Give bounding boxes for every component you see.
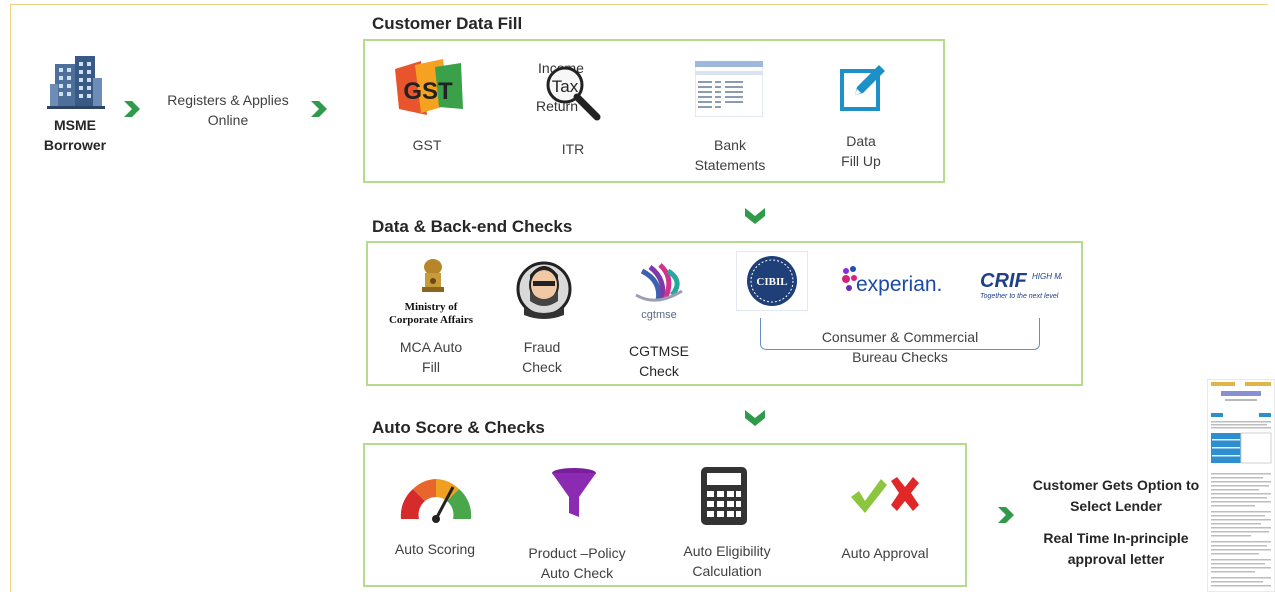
itr-logo-line2: Tax	[552, 77, 579, 96]
eligibility-line2: Calculation	[692, 563, 762, 579]
section-title-customer-fill: Customer Data Fill	[372, 14, 523, 33]
building-icon	[47, 54, 105, 110]
chevron-right-icon	[309, 99, 329, 119]
crif-tagline: Together to the next level	[980, 293, 1059, 300]
bureau-label-line1: Consumer & Commercial	[821, 329, 979, 345]
speedometer-icon	[395, 465, 477, 525]
itr-logo-line3: Return	[536, 98, 578, 114]
mca-logo-line2: Corporate Affairs	[388, 314, 473, 326]
outcome-line3: Real Time In-principle	[1043, 530, 1189, 546]
national-emblem-icon	[418, 257, 448, 297]
crif-logo-icon: CRIF HIGH MARK Together to the next leve…	[978, 265, 1078, 305]
itr-magnifier-icon: Income Tax Return	[531, 57, 611, 125]
itr-label: ITR	[561, 141, 585, 157]
mca-label-line1: MCA Auto	[399, 339, 463, 355]
customer-fill-box: GST GST Income Tax Return ITR	[363, 39, 945, 183]
chevron-down-icon	[744, 408, 765, 428]
bank-label-line1: Bank	[714, 137, 746, 153]
data-fill-label: Data Fill Up	[819, 131, 903, 171]
experian-logo-text: experian.	[856, 273, 942, 296]
crif-sub-text: HIGH MARK	[1032, 272, 1062, 281]
gst-logo-icon: GST	[391, 59, 465, 117]
auto-score-box: Auto Scoring Product –Policy Auto Check …	[363, 443, 967, 587]
cibil-logo-text: CIBIL	[756, 276, 787, 288]
register-line2: Online	[207, 112, 249, 128]
auto-approval-label: Auto Approval	[841, 545, 929, 561]
outcome-line2: Select Lender	[1070, 498, 1162, 514]
cgtmse-label-line1: CGTMSE	[629, 343, 689, 359]
cgtmse-logo-text: cgtmse	[641, 309, 677, 321]
bureau-label: Consumer & Commercial Bureau Checks	[780, 327, 1020, 367]
cibil-logo-icon: CIBIL	[735, 250, 809, 312]
cgtmse-bird-icon	[632, 261, 690, 307]
fraud-label-line1: Fraud	[523, 339, 561, 355]
eligibility-line1: Auto Eligibility	[683, 543, 771, 559]
mca-label: MCA Auto Fill	[388, 337, 474, 377]
mca-logo-line1: Ministry of	[404, 301, 458, 313]
cgtmse-label-line2: Check	[639, 363, 679, 379]
experian-logo-icon: experian.	[840, 263, 946, 303]
edit-form-icon	[839, 61, 889, 113]
calculator-icon	[701, 467, 747, 525]
data-fill-line1: Data	[846, 133, 876, 149]
gst-label: GST	[412, 137, 442, 153]
approval-letter-thumbnail	[1206, 378, 1275, 592]
fraud-label-line2: Check	[522, 359, 562, 375]
borrower-label: MSME Borrower	[35, 115, 115, 155]
bank-label-line2: Statements	[694, 157, 766, 173]
product-policy-line2: Auto Check	[540, 565, 614, 581]
bureau-label-line2: Bureau Checks	[852, 349, 948, 365]
outcome-text: Customer Gets Option to Select Lender Re…	[1030, 475, 1202, 570]
product-policy-line1: Product –Policy	[528, 545, 626, 561]
fraud-face-icon	[516, 259, 572, 323]
borrower-line2: Borrower	[43, 137, 107, 153]
chevron-right-icon	[122, 99, 142, 119]
data-fill-line2: Fill Up	[841, 153, 881, 169]
register-line1: Registers & Applies	[167, 92, 289, 108]
product-policy-label: Product –Policy Auto Check	[515, 543, 639, 583]
checks-box: Ministry of Corporate Affairs MCA Auto F…	[366, 241, 1083, 386]
chevron-right-icon	[996, 505, 1016, 525]
bank-statement-doc-icon	[694, 60, 764, 118]
register-label: Registers & Applies Online	[158, 90, 298, 130]
auto-scoring-label: Auto Scoring	[394, 541, 476, 557]
check-cross-icon	[851, 475, 919, 517]
outcome-line4: approval letter	[1067, 551, 1165, 567]
section-title-checks: Data & Back-end Checks	[372, 217, 573, 236]
outcome-line1: Customer Gets Option to	[1032, 477, 1200, 493]
funnel-icon	[551, 467, 597, 521]
fraud-label: Fraud Check	[502, 337, 582, 377]
bank-statements-label: Bank Statements	[683, 135, 777, 175]
gst-logo-text: GST	[403, 78, 453, 105]
crif-logo-text: CRIF	[980, 270, 1027, 292]
cgtmse-label: CGTMSE Check	[616, 341, 702, 381]
mca-logo-text: Ministry of Corporate Affairs	[388, 301, 474, 327]
eligibility-label: Auto Eligibility Calculation	[665, 541, 789, 581]
mca-label-line2: Fill	[422, 359, 440, 375]
chevron-down-icon	[744, 206, 765, 226]
section-title-auto-score: Auto Score & Checks	[372, 418, 545, 437]
borrower-line1: MSME	[54, 117, 96, 133]
